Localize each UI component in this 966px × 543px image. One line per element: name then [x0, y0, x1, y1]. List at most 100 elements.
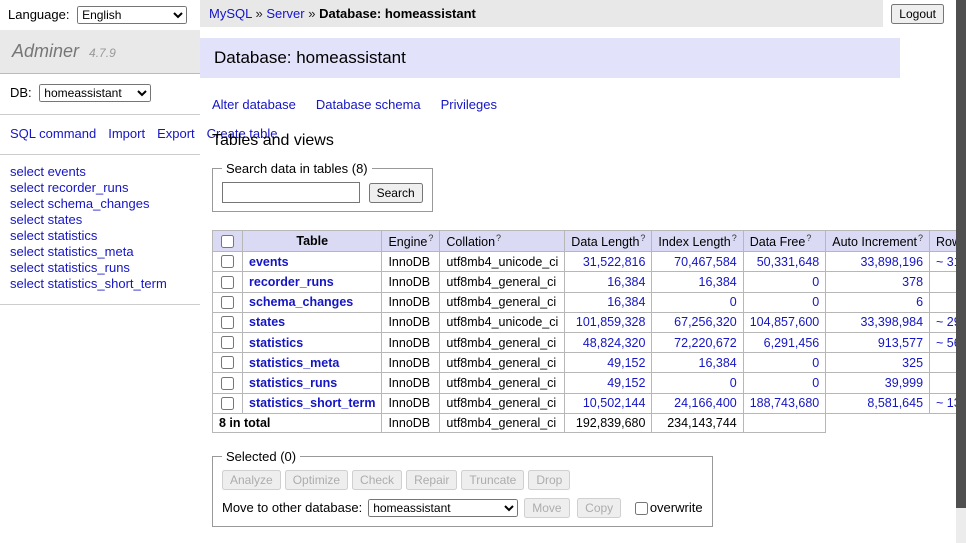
search-input[interactable] — [222, 182, 360, 203]
table-link-statistics-short-term[interactable]: statistics_short_term — [249, 396, 375, 410]
sidebar-item-select-states[interactable]: select states — [10, 212, 190, 228]
row-checkbox[interactable] — [221, 276, 234, 289]
help-icon[interactable]: ? — [640, 233, 645, 243]
sidebar-item-select-statistics-runs[interactable]: select statistics_runs — [10, 260, 190, 276]
row-checkbox[interactable] — [221, 377, 234, 390]
link-privileges[interactable]: Privileges — [441, 97, 497, 112]
column-header-engine[interactable]: Engine? — [382, 231, 440, 252]
help-icon[interactable]: ? — [918, 233, 923, 243]
db-select[interactable]: homeassistant — [39, 84, 151, 102]
vertical-scrollbar[interactable] — [956, 0, 966, 543]
cell-auto_increment-link[interactable]: 378 — [902, 275, 923, 289]
column-header-link[interactable]: Collation — [446, 235, 495, 249]
sidebar-link-import[interactable]: Import — [108, 126, 145, 141]
table-link-statistics-meta[interactable]: statistics_meta — [249, 356, 339, 370]
cell-data_length-link[interactable]: 48,824,320 — [583, 336, 646, 350]
cell-data_length-link[interactable]: 49,152 — [607, 376, 645, 390]
row-checkbox[interactable] — [221, 255, 234, 268]
help-icon[interactable]: ? — [806, 233, 811, 243]
cell-index_length-link[interactable]: 70,467,584 — [674, 255, 737, 269]
sidebar-item-select-events[interactable]: select events — [10, 164, 190, 180]
column-header-link[interactable]: Data Length — [571, 235, 639, 249]
breadcrumb-link-mysql[interactable]: MySQL — [209, 6, 252, 21]
column-header-table[interactable]: Table — [243, 231, 382, 252]
column-header-index-length[interactable]: Index Length? — [652, 231, 743, 252]
cell-auto_increment-link[interactable]: 325 — [902, 356, 923, 370]
link-database-schema[interactable]: Database schema — [316, 97, 421, 112]
cell-index_length-link[interactable]: 24,166,400 — [674, 396, 737, 410]
sidebar-item-select-statistics-short-term[interactable]: select statistics_short_term — [10, 276, 190, 292]
sidebar-item-select-statistics-meta[interactable]: select statistics_meta — [10, 244, 190, 260]
table-link-statistics[interactable]: statistics — [249, 336, 303, 350]
cell-auto_increment-link[interactable]: 6 — [916, 295, 923, 309]
cell-auto_increment-link[interactable]: 33,398,984 — [860, 315, 923, 329]
sidebar-item-select-recorder-runs[interactable]: select recorder_runs — [10, 180, 190, 196]
row-checkbox[interactable] — [221, 397, 234, 410]
row-checkbox[interactable] — [221, 296, 234, 309]
language-select[interactable]: English — [77, 6, 187, 24]
logout-button[interactable]: Logout — [891, 4, 944, 24]
cell-data_free-link[interactable]: 0 — [812, 295, 819, 309]
row-checkbox[interactable] — [221, 336, 234, 349]
help-icon[interactable]: ? — [732, 233, 737, 243]
cell-data_free-link[interactable]: 50,331,648 — [757, 255, 820, 269]
sidebar-link-sql-command[interactable]: SQL command — [10, 126, 96, 141]
cell-index_length-link[interactable]: 0 — [730, 376, 737, 390]
search-button[interactable]: Search — [369, 183, 423, 203]
move-button[interactable]: Move — [524, 498, 569, 518]
table-link-schema-changes[interactable]: schema_changes — [249, 295, 353, 309]
scrollbar-thumb[interactable] — [956, 0, 966, 508]
table-link-statistics-runs[interactable]: statistics_runs — [249, 376, 337, 390]
cell-data_length-link[interactable]: 16,384 — [607, 295, 645, 309]
cell-data_length-link[interactable]: 31,522,816 — [583, 255, 646, 269]
sidebar-item-select-statistics[interactable]: select statistics — [10, 228, 190, 244]
column-header-data-free[interactable]: Data Free? — [743, 231, 826, 252]
table-link-states[interactable]: states — [249, 315, 285, 329]
column-header-link[interactable]: Engine — [388, 235, 427, 249]
overwrite-checkbox[interactable] — [635, 502, 648, 515]
select-all-checkbox[interactable] — [221, 235, 234, 248]
cell-data_free-link[interactable]: 0 — [812, 376, 819, 390]
cell-data_length-link[interactable]: 101,859,328 — [576, 315, 646, 329]
drop-button[interactable]: Drop — [528, 470, 570, 490]
cell-data_free-link[interactable]: 104,857,600 — [750, 315, 820, 329]
cell-auto_increment-link[interactable]: 33,898,196 — [860, 255, 923, 269]
row-checkbox[interactable] — [221, 356, 234, 369]
cell-auto_increment-link[interactable]: 39,999 — [885, 376, 923, 390]
breadcrumb-link-server[interactable]: Server — [266, 6, 304, 21]
repair-button[interactable]: Repair — [406, 470, 457, 490]
cell-data_length-link[interactable]: 10,502,144 — [583, 396, 646, 410]
check-button[interactable]: Check — [352, 470, 402, 490]
column-header-data-length[interactable]: Data Length? — [565, 231, 652, 252]
cell-data_free-link[interactable]: 0 — [812, 356, 819, 370]
cell-index_length-link[interactable]: 72,220,672 — [674, 336, 737, 350]
table-link-events[interactable]: events — [249, 255, 289, 269]
column-header-link[interactable]: Data Free — [750, 235, 806, 249]
cell-data_free-link[interactable]: 6,291,456 — [764, 336, 820, 350]
cell-data_free-link[interactable]: 0 — [812, 275, 819, 289]
row-checkbox[interactable] — [221, 316, 234, 329]
copy-button[interactable]: Copy — [577, 498, 621, 518]
cell-data_length-link[interactable]: 16,384 — [607, 275, 645, 289]
sidebar-link-export[interactable]: Export — [157, 126, 195, 141]
cell-index_length-link[interactable]: 16,384 — [699, 275, 737, 289]
move-db-select[interactable]: homeassistant — [368, 499, 518, 517]
cell-data_length-link[interactable]: 49,152 — [607, 356, 645, 370]
table-link-recorder-runs[interactable]: recorder_runs — [249, 275, 334, 289]
link-alter-database[interactable]: Alter database — [212, 97, 296, 112]
column-header-link[interactable]: Auto Increment — [832, 235, 917, 249]
analyze-button[interactable]: Analyze — [222, 470, 281, 490]
sidebar-item-select-schema-changes[interactable]: select schema_changes — [10, 196, 190, 212]
column-header-link[interactable]: Table — [296, 234, 328, 248]
column-header-collation[interactable]: Collation? — [440, 231, 565, 252]
cell-index_length-link[interactable]: 16,384 — [699, 356, 737, 370]
help-icon[interactable]: ? — [428, 233, 433, 243]
help-icon[interactable]: ? — [496, 233, 501, 243]
cell-index_length-link[interactable]: 67,256,320 — [674, 315, 737, 329]
truncate-button[interactable]: Truncate — [461, 470, 524, 490]
cell-auto_increment-link[interactable]: 913,577 — [878, 336, 923, 350]
optimize-button[interactable]: Optimize — [285, 470, 348, 490]
cell-index_length-link[interactable]: 0 — [730, 295, 737, 309]
column-header-link[interactable]: Index Length — [658, 235, 730, 249]
cell-auto_increment-link[interactable]: 8,581,645 — [867, 396, 923, 410]
